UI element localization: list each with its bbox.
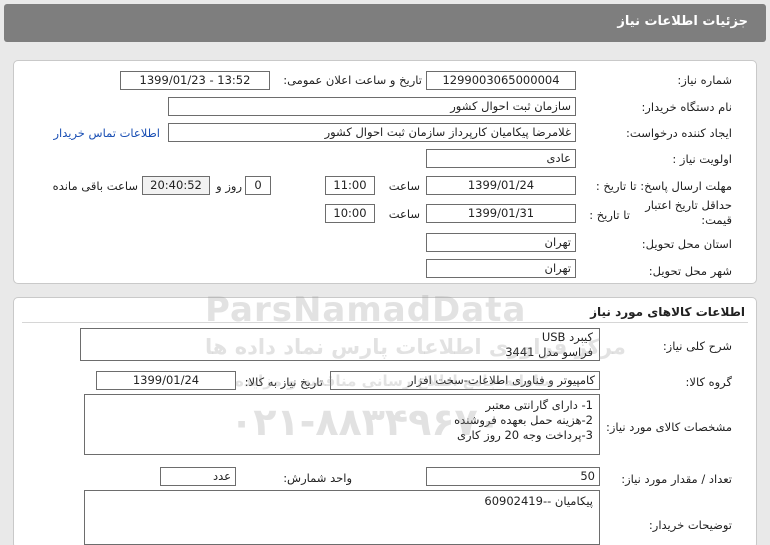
announce-datetime-field: 1399/01/23 - 13:52	[120, 71, 270, 90]
buyer-org-label: نام دستگاه خریدار:	[641, 100, 732, 114]
buyer-notes-label: توضیحات خریدار:	[648, 518, 732, 532]
goods-group-label: گروه کالا:	[685, 375, 732, 389]
validity-time-label: ساعت	[388, 207, 420, 221]
province-field: تهران	[426, 233, 576, 252]
unit-label: واحد شمارش:	[283, 471, 352, 485]
city-field: تهران	[426, 259, 576, 278]
creator-field: غلامرضا پیکامیان کارپرداز سازمان ثبت احو…	[168, 123, 576, 142]
buyer-notes-field: پیکامیان --60902419	[84, 490, 600, 545]
general-desc-field: کیبرد USB فراسو مدل 3441	[80, 328, 600, 361]
reply-time-label: ساعت	[388, 179, 420, 193]
validity-time-field: 10:00	[325, 204, 375, 223]
general-desc-label: شرح کلی نیاز:	[662, 339, 732, 353]
unit-field: عدد	[160, 467, 236, 486]
priority-label: اولویت نیاز :	[672, 152, 732, 166]
creator-label: ایجاد کننده درخواست:	[626, 126, 732, 140]
quantity-label: تعداد / مقدار مورد نیاز:	[621, 472, 732, 486]
reply-deadline-label: مهلت ارسال پاسخ: تا تاریخ :	[595, 179, 732, 193]
section-divider	[22, 322, 748, 323]
buyer-org-field: سازمان ثبت احوال کشور	[168, 97, 576, 116]
need-number-label: شماره نیاز:	[677, 73, 732, 87]
priority-field: عادی	[426, 149, 576, 168]
price-validity-label: حداقل تاریخ اعتبار قیمت:	[645, 198, 732, 227]
goods-group-field: کامپیوتر و فناوری اطلاعات-سخت افزار	[330, 371, 600, 390]
need-number-field: 1299003065000004	[426, 71, 576, 90]
reply-date-field: 1399/01/24	[426, 176, 576, 195]
reply-time-field: 11:00	[325, 176, 375, 195]
validity-date-field: 1399/01/31	[426, 204, 576, 223]
province-label: استان محل تحویل:	[641, 237, 732, 251]
remaining-label: ساعت باقی مانده	[52, 179, 138, 193]
buyer-contact-link[interactable]: اطلاعات تماس خریدار	[53, 126, 160, 140]
specs-label: مشخصات کالای مورد نیاز:	[605, 420, 732, 434]
page-title: جزئیات اطلاعات نیاز	[617, 14, 748, 29]
announce-datetime-label: تاریخ و ساعت اعلان عمومی:	[283, 73, 422, 87]
title-bar: جزئیات اطلاعات نیاز	[4, 4, 766, 42]
remaining-time-field: 20:40:52	[142, 176, 210, 195]
specs-field: 1- دارای گارانتی معتبر 2-هزینه حمل بعهده…	[84, 394, 600, 455]
days-label: روز و	[216, 179, 242, 193]
city-label: شهر محل تحویل:	[648, 264, 732, 278]
days-remaining-field: 0	[245, 176, 271, 195]
quantity-field: 50	[426, 467, 600, 486]
goods-section-title: اطلاعات کالاهای مورد نیاز	[590, 305, 745, 319]
need-date-field: 1399/01/24	[96, 371, 236, 390]
validity-to-label: تا تاریخ :	[589, 208, 630, 222]
